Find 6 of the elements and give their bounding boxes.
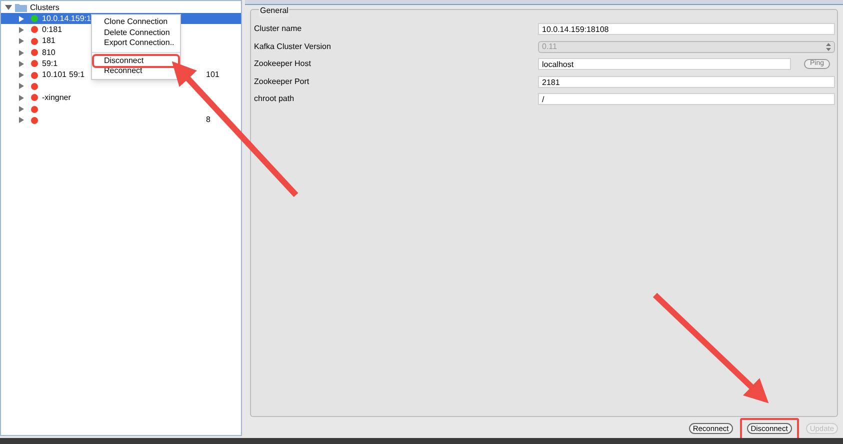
field-label: Zookeeper Port [254, 76, 310, 88]
field-label: Zookeeper Host [254, 58, 312, 70]
field-label: chroot path [254, 93, 296, 105]
field-label: Kafka Cluster Version [254, 40, 332, 52]
group-title: General [259, 5, 290, 17]
field-label: Cluster name [254, 23, 303, 35]
